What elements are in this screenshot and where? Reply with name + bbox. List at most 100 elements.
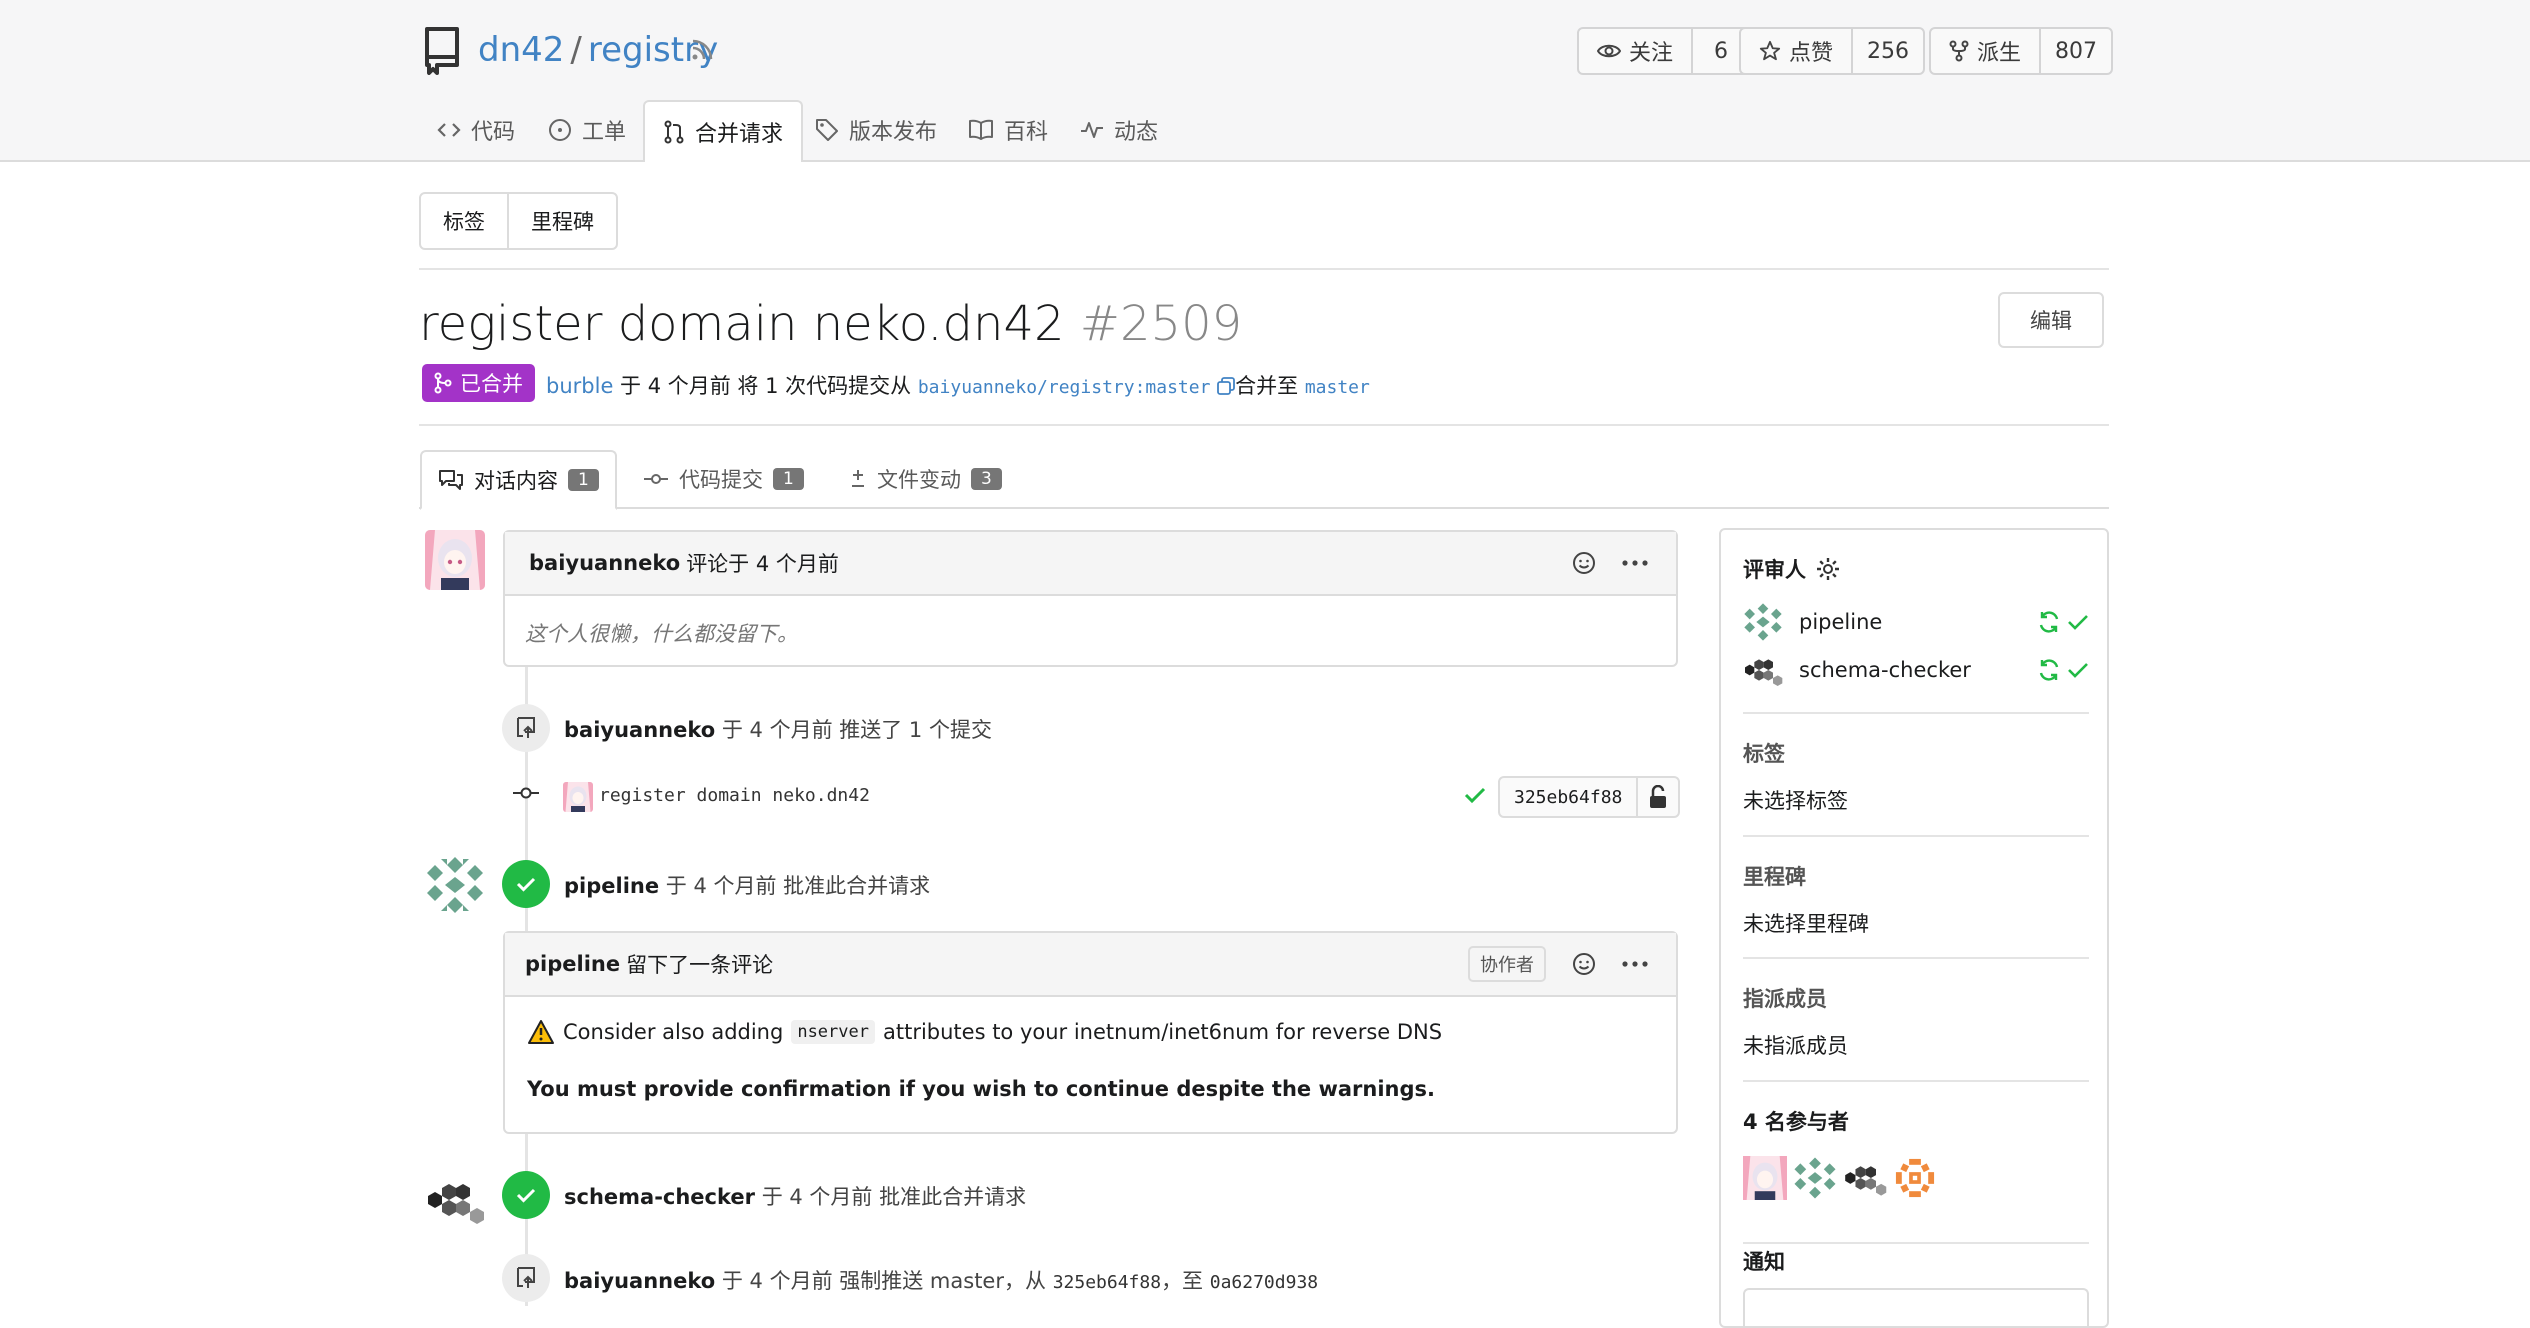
force-push-from-sha[interactable]: 325eb64f88 (1053, 1272, 1161, 1293)
emoji-icon[interactable] (1572, 551, 1596, 575)
tab-commits[interactable]: 代码提交 1 (643, 450, 804, 508)
comments-icon (439, 470, 463, 490)
nav-wiki[interactable]: 百科 (968, 100, 1048, 160)
sync-icon[interactable] (2037, 658, 2061, 682)
labels-milestones-group: 标签 里程碑 (419, 192, 618, 250)
review-comment-card: pipeline 留下了一条评论 协作者 Consider also addin… (503, 931, 1678, 1134)
reviewers-header[interactable]: 评审人 (1743, 554, 1840, 584)
force-push-to-word: ，至 (1161, 1269, 1204, 1293)
nav-issues[interactable]: 工单 (548, 100, 626, 160)
sync-icon[interactable] (2037, 610, 2061, 634)
labels-value: 未选择标签 (1743, 789, 1848, 813)
edit-button[interactable]: 编辑 (1998, 292, 2104, 348)
more-options-icon[interactable] (1622, 559, 1648, 567)
commit-sha-box[interactable]: 325eb64f88 (1498, 776, 1681, 818)
tab-commits-label: 代码提交 (679, 468, 763, 492)
avatar[interactable] (425, 530, 485, 590)
tab-conversation[interactable]: 对话内容 1 (420, 450, 617, 510)
pr-meta-text: 于 4 个月前 将 1 次代码提交从 (620, 374, 912, 398)
force-push-to-sha[interactable]: 0a6270d938 (1210, 1272, 1318, 1293)
sidebar-divider (1743, 835, 2089, 837)
participant-avatar[interactable] (1893, 1156, 1937, 1200)
watch-button-group[interactable]: 关注 6 (1577, 27, 1752, 75)
fork-icon (1949, 40, 1969, 62)
pulse-icon (1081, 122, 1103, 138)
approve-event-user[interactable]: schema-checker (564, 1185, 755, 1209)
labels-title[interactable]: 标签 (1743, 738, 1785, 768)
force-push-user[interactable]: baiyuanneko (564, 1269, 715, 1293)
push-event-desc: 于 4 个月前 推送了 1 个提交 (721, 718, 992, 742)
star-count[interactable]: 256 (1853, 39, 1923, 64)
labels-button[interactable]: 标签 (421, 194, 509, 248)
comment-action: 评论于 4 个月前 (686, 552, 839, 576)
milestones-button[interactable]: 里程碑 (509, 194, 616, 248)
fork-count[interactable]: 807 (2041, 39, 2111, 64)
tab-conversation-count: 1 (568, 469, 599, 491)
more-options-icon[interactable] (1622, 960, 1648, 968)
check-icon (2068, 663, 2088, 678)
assignees-title[interactable]: 指派成员 (1743, 983, 1827, 1013)
commit-message[interactable]: register domain neko.dn42 (599, 785, 870, 806)
reviewer-name[interactable]: schema-checker (1799, 658, 1971, 682)
commit-avatar[interactable] (563, 782, 593, 812)
nav-code[interactable]: 代码 (437, 100, 515, 160)
unlock-icon (1650, 785, 1667, 808)
participant-avatar[interactable] (1743, 1156, 1787, 1200)
check-icon (2068, 615, 2088, 630)
commit-sha[interactable]: 325eb64f88 (1500, 778, 1639, 816)
push-event-user[interactable]: baiyuanneko (564, 718, 715, 742)
pr-author-link[interactable]: burble (546, 374, 613, 398)
code-icon (437, 123, 461, 137)
warning-code: nserver (791, 1020, 875, 1044)
milestone-title[interactable]: 里程碑 (1743, 861, 1806, 891)
comment-body: 这个人很懒，什么都没留下。 (525, 622, 798, 646)
comment-author[interactable]: baiyuanneko (529, 551, 680, 575)
tab-files-label: 文件变动 (877, 468, 961, 492)
reviewer-row: pipeline (1743, 602, 2089, 642)
emoji-icon[interactable] (1572, 952, 1596, 976)
participants-list (1743, 1156, 1937, 1200)
approve-event-user[interactable]: pipeline (564, 874, 659, 898)
repo-breadcrumb: dn42/registry (478, 30, 718, 70)
pipeline-avatar[interactable] (425, 855, 485, 915)
repo-owner-link[interactable]: dn42 (478, 30, 564, 70)
milestone-value: 未选择里程碑 (1743, 912, 1869, 936)
star-button[interactable]: 点赞 (1741, 29, 1854, 73)
tab-files[interactable]: 文件变动 3 (849, 450, 1002, 508)
nav-releases[interactable]: 版本发布 (815, 100, 937, 160)
nav-pulls[interactable]: 合并请求 (643, 100, 804, 162)
target-branch-link[interactable]: master (1305, 377, 1370, 398)
star-button-group[interactable]: 点赞 256 (1739, 27, 1926, 75)
rss-icon[interactable] (690, 38, 714, 62)
watch-button[interactable]: 关注 (1579, 29, 1694, 73)
reviewer-name[interactable]: pipeline (1799, 610, 1882, 634)
tab-conversation-label: 对话内容 (474, 469, 558, 493)
force-push-event-text: baiyuanneko 于 4 个月前 强制推送 master，从 325eb6… (564, 1265, 1318, 1295)
schema-checker-avatar[interactable] (1743, 650, 1783, 690)
diff-icon (852, 470, 864, 487)
pr-number: #2509 (1079, 296, 1243, 352)
reviewers-title: 评审人 (1743, 558, 1806, 582)
nav-pulls-label: 合并请求 (695, 122, 784, 147)
approved-icon (502, 1171, 550, 1219)
review-comment-action: 留下了一条评论 (626, 953, 774, 977)
repo-header (0, 0, 2530, 162)
gear-icon[interactable] (1816, 557, 1840, 581)
notifications-title: 通知 (1743, 1250, 1785, 1274)
force-push-event-icon (502, 1254, 550, 1302)
nav-activity[interactable]: 动态 (1080, 100, 1158, 160)
copy-icon[interactable] (1217, 377, 1236, 395)
participant-avatar[interactable] (1793, 1156, 1837, 1200)
review-comment-author[interactable]: pipeline (525, 952, 620, 976)
fork-button-group[interactable]: 派生 807 (1929, 27, 2114, 75)
browse-files-button[interactable] (1638, 785, 1678, 809)
comment-card: baiyuanneko 评论于 4 个月前 这个人很懒，什么都没留下。 (503, 530, 1678, 667)
subscribe-button[interactable] (1743, 1288, 2089, 1328)
fork-button[interactable]: 派生 (1931, 29, 2042, 73)
source-branch-link[interactable]: baiyuanneko/registry:master (918, 377, 1211, 398)
pipeline-avatar[interactable] (1743, 602, 1783, 642)
tab-files-count: 3 (971, 468, 1002, 490)
participant-avatar[interactable] (1843, 1156, 1887, 1200)
warning-icon (528, 1020, 554, 1044)
schema-checker-avatar[interactable] (425, 1170, 485, 1230)
